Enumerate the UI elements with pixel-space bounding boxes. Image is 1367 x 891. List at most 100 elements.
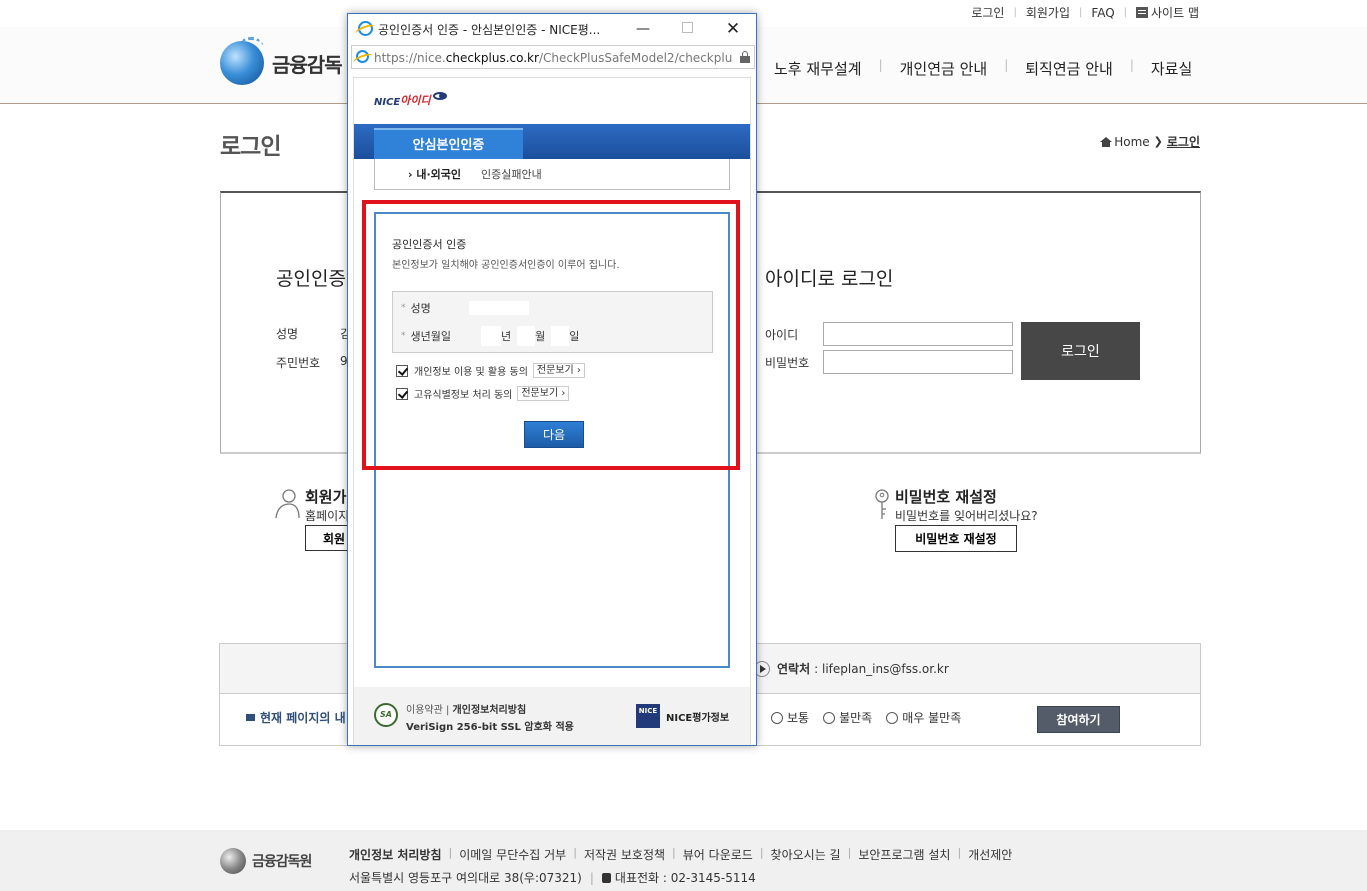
logo-text: 금융감독 [272,52,343,77]
survey-option-normal[interactable]: 보통 [771,709,809,726]
popup-titlebar[interactable]: 공인인증서 인증 - 안심본인인증 - NICE평... — ✕ [348,14,756,44]
nav-item-library[interactable]: 자료실 [1151,58,1192,79]
maximize-icon [675,18,699,40]
footer-link-directions[interactable]: 찾아오시는 길 [771,846,841,863]
address-bar[interactable]: https://nice.checkplus.co.kr/CheckPlusSa… [351,45,755,69]
footer-link-copyright[interactable]: 저작권 보호정책 [584,846,665,863]
url-path: /CheckPlusSafeModel2/checkplus.cb?m [538,51,732,65]
separator: | [847,846,852,859]
survey-submit-button[interactable]: 참여하기 [1037,706,1120,733]
option-label: 보통 [787,711,810,725]
nice-logo-icon: NICE [636,704,660,728]
highlight-annotation-box [362,200,740,470]
nav-item-personal-pension[interactable]: 개인연금 안내 [900,58,988,79]
footer-link-email-refusal[interactable]: 이메일 무단수집 거부 [459,846,566,863]
nice-corp-name: NICE평가정보 [666,713,730,724]
cert-login-title: 공인인증 [276,268,346,290]
radio-icon[interactable] [823,711,836,724]
survey-option-unsatisfied[interactable]: 불만족 [823,709,872,726]
separator: | [589,870,594,885]
footer-logo-globe-icon [220,848,246,874]
url-text: https://nice.checkplus.co.kr/CheckPlusSa… [374,51,732,65]
contact-email: : lifeplan_ins@fss.or.kr [814,661,949,676]
login-button[interactable]: 로그인 [1021,322,1140,380]
separator: | [1004,58,1009,72]
home-icon [1100,136,1113,147]
ie-page-icon [356,50,369,63]
popup-footer: SA 이용약관 | 개인정보처리방침 VeriSign 256-bit SSL … [354,687,750,745]
breadcrumb-home[interactable]: Home [1114,135,1149,149]
ssl-notice: VeriSign 256-bit SSL 암호화 적용 [406,722,574,733]
id-input[interactable] [823,322,1013,346]
brand-kr: 아이디 [400,94,431,107]
survey-question-text: 현재 페이지의 내 [260,711,346,725]
footer-link-privacy[interactable]: 개인정보 처리방침 [349,846,442,863]
nice-id-logo: NICE 아이디 [374,92,447,108]
util-join-link[interactable]: 회원가입 [1026,4,1070,21]
survey-option-very-unsatisfied[interactable]: 매우 불만족 [886,709,961,726]
option-label: 불만족 [839,711,873,725]
survey-options: 보통 불만족 매우 불만족 [771,709,975,726]
join-title: 회원가 [305,488,347,506]
main-nav: 노후 재무설계 | 개인연금 안내 | 퇴직연금 안내 | 자료실 [774,58,1192,79]
radio-icon[interactable] [886,711,899,724]
survey-question: 현재 페이지의 내 [246,709,346,726]
separator: | [448,846,453,859]
password-label: 비밀번호 [765,356,810,370]
footer-link-suggestion[interactable]: 개선제안 [968,846,1012,863]
chevron-right-icon: ❯ [1153,135,1163,148]
nav-item-retirement-pension[interactable]: 퇴직연금 안내 [1025,58,1113,79]
privacy-policy-link[interactable]: 개인정보처리방침 [453,705,527,716]
terms-link[interactable]: 이용약관 [406,705,443,716]
footer-address: 서울특별시 영등포구 여의대로 38(우:07321) | 대표전화 : 02-… [349,869,756,886]
nav-item-retirement-plan[interactable]: 노후 재무설계 [774,58,862,79]
url-domain: checkplus.co.kr [445,51,539,65]
pw-reset-button[interactable]: 비밀번호 재설정 [895,525,1017,552]
util-faq-link[interactable]: FAQ [1091,6,1114,20]
footer-link-security[interactable]: 보안프로그램 설치 [858,846,950,863]
separator: | [878,58,883,72]
close-icon[interactable]: ✕ [721,18,745,40]
breadcrumb-current: 로그인 [1166,135,1200,149]
separator: | [672,846,676,859]
tab-safe-auth[interactable]: 안심본인인증 [374,128,523,159]
user-icon [275,489,300,519]
separator: | [1129,58,1134,72]
key-icon [875,489,889,519]
separator: | [1123,7,1128,18]
separator: | [957,846,962,859]
page-title: 로그인 [220,134,281,160]
subtab-failure-guide[interactable]: 인증실패안내 [481,166,542,182]
separator: | [759,846,764,859]
separator: | [1079,7,1083,18]
join-desc: 홈페이지 [305,509,350,523]
id-login-title: 아이디로 로그인 [765,268,894,290]
radio-icon[interactable] [771,711,783,724]
separator: | [1013,7,1017,18]
minimize-icon[interactable]: — [631,18,655,40]
option-label: 매우 불만족 [902,711,962,725]
util-sitemap-link[interactable]: 사이트 맵 [1151,4,1199,21]
url-prefix: https://nice. [374,51,446,65]
phone-text: 대표전화 : 02-3145-5114 [614,871,756,885]
separator: | [573,846,577,859]
address-text: 서울특별시 영등포구 여의대로 38(우:07321) [349,871,582,885]
logo-globe-icon [220,37,264,85]
subtab-domestic-foreign[interactable]: › 내·외국인 [408,166,461,182]
footer-links: 개인정보 처리방침 | 이메일 무단수집 거부 | 저작권 보호정책 | 뷰어 다운로… [349,846,1012,863]
eye-pupil-icon [438,93,445,99]
pw-reset-title: 비밀번호 재설정 [895,488,997,506]
site-logo[interactable]: 금융감독 [220,37,343,85]
cert-rrn-label: 주민번호 [276,356,321,370]
password-input[interactable] [823,350,1013,374]
popup-title: 공인인증서 인증 - 안심본인인증 - NICE평... [378,23,601,37]
footer-link-viewer[interactable]: 뷰어 다운로드 [683,846,753,863]
sitemap-icon [1136,7,1149,18]
pw-reset-desc: 비밀번호를 잊어버리셨나요? [895,509,1038,523]
util-login-link[interactable]: 로그인 [971,4,1004,21]
id-label: 아이디 [765,328,799,342]
contact-label: 연락처 [777,662,811,676]
lock-icon [740,51,750,63]
utility-links: 로그인 | 회원가입 | FAQ | 사이트 맵 [971,4,1199,21]
subtab-bar: › 내·외국인 인증실패안내 [374,159,730,190]
